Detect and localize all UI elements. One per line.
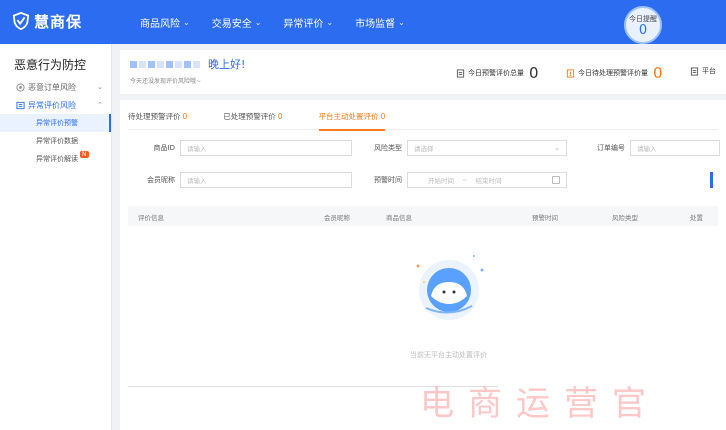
col-warning-time: 预警时间 <box>532 214 558 222</box>
filter-label: 预警时间 <box>374 176 402 184</box>
greeting-card: 晚上好! 今天还没发现评价风险哦~ 今日预警评价总量 0 今日待处理预警评价量 … <box>120 50 726 94</box>
calendar-icon <box>552 176 560 184</box>
stat-value: 0 <box>653 64 663 82</box>
new-badge: N <box>80 150 89 158</box>
nav-item-product-risk[interactable]: 商品风险 ⌄ <box>140 15 190 30</box>
range-separator: ~ <box>462 176 468 184</box>
chevron-down-icon: ⌄ <box>398 17 405 27</box>
sidebar: 恶意行为防控 恶意订单风险 ⌄ 异常评价风险 ⌃ 异常评价预警 异常评价数据 异… <box>0 44 112 430</box>
tab-label: 平台主动处置评价 <box>318 112 379 121</box>
nav-label: 商品风险 <box>140 18 180 30</box>
chevron-down-icon: ⌄ <box>183 17 190 27</box>
today-reminder-bubble[interactable]: 今日提醒 0 <box>624 6 662 44</box>
sidebar-group-label: 异常评价风险 <box>28 100 76 110</box>
stat-platform: 平台 <box>690 66 716 76</box>
col-product-info: 商品信息 <box>386 214 412 222</box>
filter-label: 会员昵称 <box>147 176 175 184</box>
sidebar-group-abnormal-review[interactable]: 异常评价风险 ⌃ <box>0 96 111 114</box>
alert-document-icon <box>566 68 575 78</box>
greeting-text: 晚上好! <box>208 58 246 71</box>
top-navbar: 慧商保 商品风险 ⌄ 交易安全 ⌄ 异常评价 ⌄ 市场监督 ⌄ 今日提醒 0 <box>0 0 726 44</box>
tab-count: 0 <box>277 112 283 121</box>
chevron-down-icon: ⌄ <box>554 144 560 152</box>
tab-processed-warning[interactable]: 已处理预警评价 0 <box>223 108 282 130</box>
reminder-count: 0 <box>638 23 648 38</box>
nav-label: 交易安全 <box>211 18 252 30</box>
app-logo[interactable]: 慧商保 <box>12 10 82 32</box>
filter-label: 订单编号 <box>597 144 625 152</box>
chevron-up-icon: ⌃ <box>97 101 103 109</box>
nav-item-abnormal-review[interactable]: 异常评价 ⌄ <box>283 15 333 30</box>
order-number-input[interactable]: 请输入 <box>630 140 720 156</box>
product-id-input[interactable]: 请输入 <box>180 140 352 156</box>
nav-label: 市场监督 <box>355 18 396 30</box>
watermark: 电商运营官 <box>420 384 660 424</box>
tab-label: 待处理预警评价 <box>128 112 181 121</box>
nav-label: 异常评价 <box>283 18 324 30</box>
sidebar-title: 恶意行为防控 <box>14 58 87 72</box>
filter-row-1: 商品ID 请输入 风险类型 请选择 ⌄ 订单编号 请输入 <box>120 140 720 156</box>
sidebar-item-review-interpretation[interactable]: 异常评价解读 N <box>0 150 111 168</box>
logo-text: 慧商保 <box>34 12 83 31</box>
review-tabs: 待处理预警评价 0 已处理预警评价 0 平台主动处置评价 0 <box>128 108 718 131</box>
risk-type-select[interactable]: 请选择 ⌄ <box>407 140 567 156</box>
sidebar-group-malicious-order[interactable]: 恶意订单风险 ⌄ <box>0 78 111 96</box>
list-icon <box>16 101 25 109</box>
filter-label: 风险类型 <box>374 144 402 152</box>
table-header: 评价信息 会员昵称 商品信息 预警时间 风险类型 处置 <box>128 206 718 226</box>
tab-count: 0 <box>182 112 188 121</box>
nav-item-market-supervision[interactable]: 市场监督 ⌄ <box>355 15 405 30</box>
filter-row-2: 会员昵称 请输入 预警时间 开始时间 ~ 结束时间 <box>120 172 567 188</box>
empty-state-illustration <box>416 255 484 320</box>
input-placeholder: 请输入 <box>187 177 207 185</box>
col-disposal: 处置 <box>690 214 703 222</box>
sidebar-item-label: 异常评价预警 <box>36 119 78 127</box>
sidebar-item-label: 异常评价数据 <box>36 137 78 145</box>
nav-item-trade-safety[interactable]: 交易安全 ⌄ <box>212 15 262 30</box>
col-review-info: 评价信息 <box>138 214 164 222</box>
tab-label: 已处理预警评价 <box>223 112 276 121</box>
start-time-placeholder: 开始时间 <box>428 177 454 185</box>
input-placeholder: 请输入 <box>187 145 207 153</box>
chevron-down-icon: ⌄ <box>254 17 262 27</box>
col-member-nick: 会员昵称 <box>324 214 350 222</box>
chevron-down-icon: ⌄ <box>326 17 334 27</box>
sidebar-item-review-data[interactable]: 异常评价数据 <box>0 132 111 150</box>
sidebar-item-review-warning[interactable]: 异常评价预警 <box>0 114 111 132</box>
tab-platform-disposal[interactable]: 平台主动处置评价 0 <box>318 108 386 131</box>
document-icon <box>456 68 465 78</box>
stat-today-pending-warning: 今日待处理预警评价量 0 <box>566 64 663 82</box>
select-placeholder: 请选择 <box>414 145 434 153</box>
empty-state-text: 当前无平台主动处置评价 <box>410 351 487 359</box>
stat-label: 今日待处理预警评价量 <box>578 69 648 77</box>
shield-logo-icon <box>12 12 30 30</box>
filter-label: 商品ID <box>153 144 175 152</box>
target-icon <box>16 82 25 92</box>
main-nav: 商品风险 ⌄ 交易安全 ⌄ 异常评价 ⌄ 市场监督 ⌄ <box>140 0 427 44</box>
stat-today-warning-total: 今日预警评价总量 0 <box>456 64 539 82</box>
greeting-row: 晚上好! <box>130 56 245 72</box>
sidebar-group-label: 恶意订单风险 <box>28 82 76 92</box>
document-icon <box>690 66 699 76</box>
end-time-placeholder: 结束时间 <box>475 177 502 185</box>
input-placeholder: 请输入 <box>637 145 657 153</box>
masked-shop-name <box>130 60 200 68</box>
greeting-subtext: 今天还没发现评价风险哦~ <box>130 78 202 85</box>
sidebar-item-label: 异常评价解读 <box>36 155 78 163</box>
search-button-edge[interactable] <box>710 172 713 188</box>
tab-pending-warning[interactable]: 待处理预警评价 0 <box>128 108 187 130</box>
stat-label: 今日预警评价总量 <box>468 69 524 77</box>
col-risk-type: 风险类型 <box>612 214 638 222</box>
warning-time-range-picker[interactable]: 开始时间 ~ 结束时间 <box>407 172 567 188</box>
chevron-down-icon: ⌄ <box>97 83 103 91</box>
stat-label: 平台 <box>702 67 716 75</box>
member-nickname-input[interactable]: 请输入 <box>180 172 352 188</box>
tab-count: 0 <box>380 112 386 121</box>
stat-value: 0 <box>529 64 539 82</box>
